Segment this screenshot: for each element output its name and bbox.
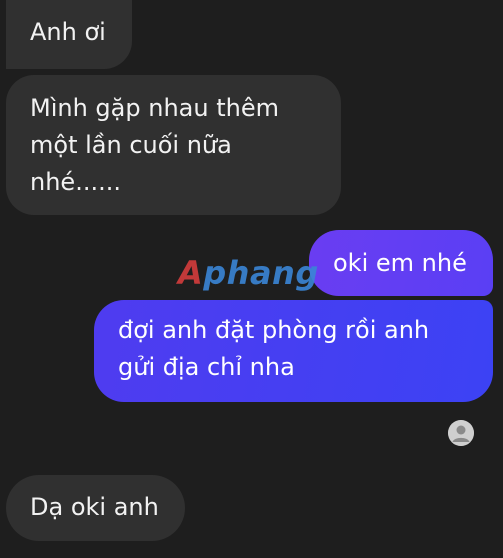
avatar-icon [448,420,474,446]
message-bubble-incoming[interactable]: Anh ơi [6,0,132,69]
watermark-letter: A [178,254,204,292]
message-bubble-incoming[interactable]: Mình gặp nhau thêm một lần cuối nữa nhé.… [6,75,341,215]
message-bubble-outgoing[interactable]: đợi anh đặt phòng rồi anh gửi địa chỉ nh… [94,300,493,402]
watermark-text: phang [203,254,319,292]
message-bubble-outgoing[interactable]: oki em nhé [309,230,493,296]
read-receipt-avatar-icon[interactable] [448,420,474,446]
watermark-logo: Aphang [178,254,319,292]
message-bubble-incoming[interactable]: Dạ oki anh [6,475,185,541]
